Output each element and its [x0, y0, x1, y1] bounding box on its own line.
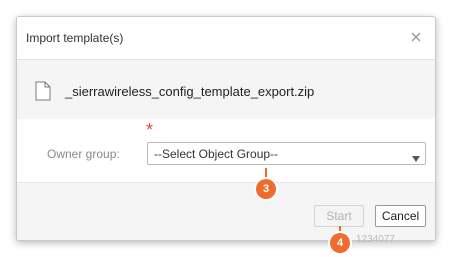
background-text: 1234077	[356, 234, 395, 245]
start-button[interactable]: Start	[314, 205, 364, 227]
file-icon	[35, 81, 51, 101]
dialog-header: Import template(s)	[17, 17, 435, 60]
file-info: _sierrawireless_config_template_export.z…	[17, 60, 435, 119]
required-asterisk: *	[146, 120, 154, 140]
dialog-title: Import template(s)	[26, 31, 124, 45]
owner-group-label: Owner group:	[47, 147, 120, 161]
callout-4-badge: 4	[330, 233, 350, 253]
screen: Import template(s) _sierrawireless_confi…	[0, 0, 450, 257]
close-icon[interactable]	[407, 28, 425, 46]
owner-group-select[interactable]: --Select Object Group--	[147, 142, 426, 165]
triangle-down-icon	[412, 150, 420, 162]
dialog-footer: Start Cancel	[17, 183, 435, 240]
owner-group-select-value: --Select Object Group--	[154, 147, 279, 161]
callout-3-badge: 3	[256, 179, 276, 199]
import-template-dialog: Import template(s) _sierrawireless_confi…	[16, 16, 436, 241]
owner-group-form: * Owner group: --Select Object Group--	[17, 119, 435, 183]
file-name: _sierrawireless_config_template_export.z…	[65, 84, 315, 99]
cancel-button[interactable]: Cancel	[375, 205, 426, 227]
